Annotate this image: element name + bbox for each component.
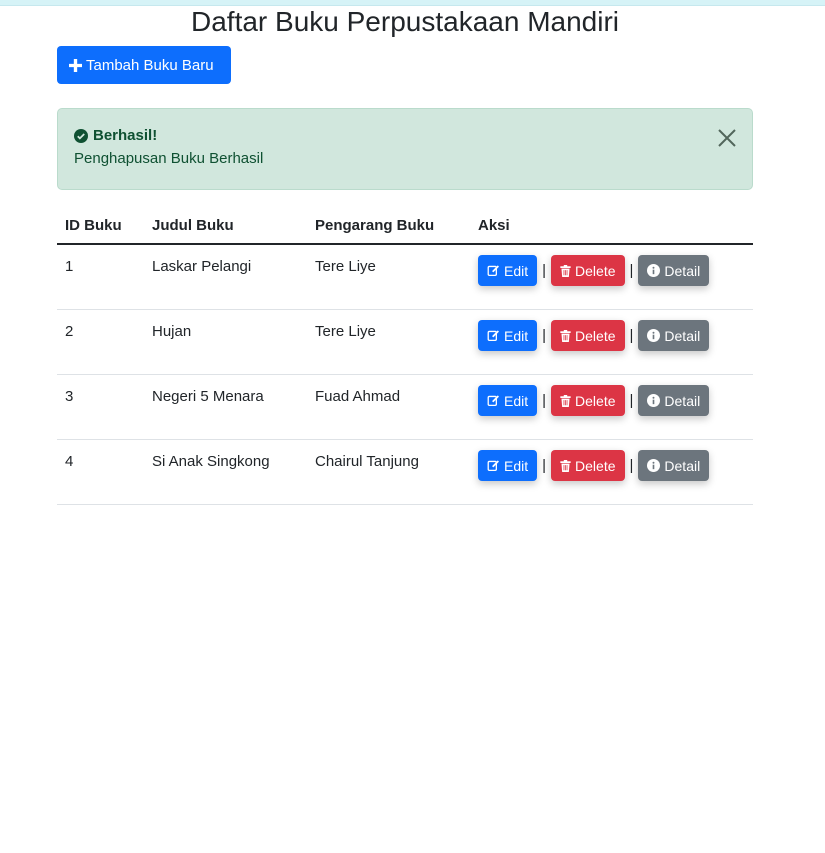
table-row: 3 Negeri 5 Menara Fuad Ahmad Edit | Dele… xyxy=(57,374,753,440)
header-author: Pengarang Buku xyxy=(307,206,470,245)
table-row: 4 Si Anak Singkong Chairul Tanjung Edit … xyxy=(57,439,753,505)
action-separator: | xyxy=(629,262,634,279)
header-actions: Aksi xyxy=(470,206,753,245)
cell-id: 4 xyxy=(57,439,144,505)
action-separator: | xyxy=(542,392,547,409)
alert-message: Penghapusan Buku Berhasil xyxy=(74,150,264,167)
table-row: 2 Hujan Tere Liye Edit | Delete | Detail xyxy=(57,309,753,375)
edit-button[interactable]: Edit xyxy=(478,385,538,416)
delete-button[interactable]: Delete xyxy=(551,385,625,416)
cell-actions: Edit | Delete | Detail xyxy=(470,439,753,505)
cell-author: Tere Liye xyxy=(307,244,470,310)
info-icon xyxy=(647,329,661,342)
table-header-row: ID Buku Judul Buku Pengarang Buku Aksi xyxy=(57,206,753,245)
close-icon xyxy=(716,127,738,149)
action-separator: | xyxy=(542,262,547,279)
delete-label: Delete xyxy=(575,457,616,474)
trash-icon xyxy=(560,264,571,277)
action-separator: | xyxy=(629,392,634,409)
edit-button[interactable]: Edit xyxy=(478,320,538,351)
info-icon xyxy=(647,459,661,472)
add-book-label: Tambah Buku Baru xyxy=(86,56,214,74)
add-book-button[interactable]: Tambah Buku Baru xyxy=(57,46,231,84)
check-circle-icon xyxy=(74,128,88,143)
cell-actions: Edit | Delete | Detail xyxy=(470,374,753,440)
action-separator: | xyxy=(542,457,547,474)
action-separator: | xyxy=(542,327,547,344)
edit-label: Edit xyxy=(504,262,529,279)
success-alert: Berhasil! Penghapusan Buku Berhasil xyxy=(57,108,753,190)
header-id: ID Buku xyxy=(57,206,144,245)
delete-label: Delete xyxy=(575,392,616,409)
trash-icon xyxy=(560,459,571,472)
action-separator: | xyxy=(629,327,634,344)
cell-author: Fuad Ahmad xyxy=(307,374,470,440)
cell-author: Chairul Tanjung xyxy=(307,439,470,505)
detail-button[interactable]: Detail xyxy=(638,385,710,416)
delete-label: Delete xyxy=(575,327,616,344)
info-icon xyxy=(647,394,661,407)
detail-label: Detail xyxy=(664,457,701,474)
cell-id: 1 xyxy=(57,244,144,310)
books-table: ID Buku Judul Buku Pengarang Buku Aksi 1… xyxy=(57,206,753,505)
edit-icon xyxy=(487,329,500,342)
cell-actions: Edit | Delete | Detail xyxy=(470,244,753,310)
delete-button[interactable]: Delete xyxy=(551,450,625,481)
cell-title: Si Anak Singkong xyxy=(144,439,307,505)
edit-label: Edit xyxy=(504,327,529,344)
trash-icon xyxy=(560,329,571,342)
detail-button[interactable]: Detail xyxy=(638,450,710,481)
cell-actions: Edit | Delete | Detail xyxy=(470,309,753,375)
delete-button[interactable]: Delete xyxy=(551,320,625,351)
header-title: Judul Buku xyxy=(144,206,307,245)
action-separator: | xyxy=(629,457,634,474)
alert-title: Berhasil! xyxy=(93,127,158,144)
edit-label: Edit xyxy=(504,457,529,474)
trash-icon xyxy=(560,394,571,407)
edit-label: Edit xyxy=(504,392,529,409)
cell-author: Tere Liye xyxy=(307,309,470,375)
cell-title: Negeri 5 Menara xyxy=(144,374,307,440)
detail-button[interactable]: Detail xyxy=(638,320,710,351)
cell-title: Hujan xyxy=(144,309,307,375)
edit-icon xyxy=(487,394,500,407)
edit-icon xyxy=(487,264,500,277)
table-row: 1 Laskar Pelangi Tere Liye Edit | Delete xyxy=(57,244,753,310)
page-title: Daftar Buku Perpustakaan Mandiri xyxy=(191,6,619,37)
delete-button[interactable]: Delete xyxy=(551,255,625,286)
detail-button[interactable]: Detail xyxy=(638,255,710,286)
info-icon xyxy=(647,264,661,277)
edit-button[interactable]: Edit xyxy=(478,255,538,286)
edit-icon xyxy=(487,459,500,472)
cell-id: 3 xyxy=(57,374,144,440)
cell-id: 2 xyxy=(57,309,144,375)
close-alert-button[interactable] xyxy=(716,127,738,149)
detail-label: Detail xyxy=(664,262,701,279)
alert-title-row: Berhasil! xyxy=(74,127,736,144)
detail-label: Detail xyxy=(664,392,701,409)
plus-icon xyxy=(69,58,82,72)
detail-label: Detail xyxy=(664,327,701,344)
delete-label: Delete xyxy=(575,262,616,279)
edit-button[interactable]: Edit xyxy=(478,450,538,481)
cell-title: Laskar Pelangi xyxy=(144,244,307,310)
